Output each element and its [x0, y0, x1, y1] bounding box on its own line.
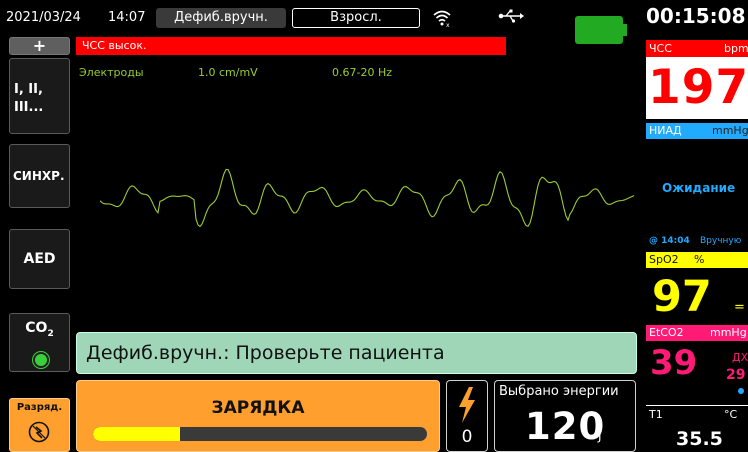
discharge-button[interactable]: Разряд.: [9, 398, 70, 452]
usb-icon: [498, 9, 524, 23]
leads-button[interactable]: I, II, III...: [9, 58, 70, 134]
nibp-label: НИАД: [649, 124, 682, 137]
nibp-header: НИАД mmHg: [646, 123, 748, 139]
svg-text:x: x: [446, 22, 450, 28]
battery-icon: [575, 16, 627, 44]
shock-count: 0: [461, 427, 473, 447]
spo2-header: SpO2 %: [646, 252, 748, 268]
spo2-label: SpO2: [649, 253, 679, 266]
nibp-status: Ожидание: [662, 181, 736, 195]
hr-panel[interactable]: 197: [646, 57, 748, 119]
co2-status-indicator: [33, 352, 49, 368]
ecg-waveform: [100, 168, 635, 228]
charge-button[interactable]: ЗАРЯДКА: [76, 380, 440, 452]
energy-unit: J: [598, 429, 602, 443]
spo2-value: 97: [652, 272, 712, 322]
elapsed-timer: 00:15:08: [646, 4, 746, 28]
hr-label: ЧСС: [649, 42, 672, 55]
resp-indicator-dot: [738, 388, 744, 394]
shock-symbol-icon: [28, 421, 50, 443]
co2-button[interactable]: CO2: [9, 313, 70, 372]
resp-label: ДХ: [732, 351, 748, 364]
resp-value: 29: [726, 367, 746, 383]
ecg-filter-label: 0.67-20 Hz: [332, 66, 393, 79]
temp-panel[interactable]: T1 °C 35.5: [646, 405, 748, 452]
temp-label: T1: [649, 408, 663, 421]
etco2-unit: mmHg: [710, 326, 747, 339]
nibp-last-time: @ 14:04: [649, 236, 690, 246]
aed-button[interactable]: AED: [9, 229, 70, 289]
etco2-value: 39: [650, 343, 698, 383]
wifi-icon: x: [433, 10, 451, 28]
charge-progress-fill: [93, 427, 180, 441]
nibp-unit: mmHg: [712, 124, 748, 137]
ecg-gain-label: 1.0 cm/mV: [198, 66, 258, 79]
co2-label: CO2: [25, 320, 54, 339]
ecg-lead-label: Электроды: [79, 66, 144, 79]
spo2-panel[interactable]: 97 =: [646, 268, 748, 322]
nibp-panel[interactable]: Ожидание @ 14:04 Вручную: [646, 139, 748, 249]
lightning-icon: [459, 387, 475, 423]
etco2-header: EtCO2 mmHg: [646, 325, 748, 341]
etco2-panel[interactable]: 39 ДХ 29: [646, 341, 748, 403]
energy-selector[interactable]: Выбрано энергии 120 J: [494, 380, 636, 452]
temp-value: 35.5: [676, 428, 723, 450]
etco2-label: EtCO2: [649, 326, 684, 339]
mode-indicator[interactable]: Дефиб.вручн.: [156, 8, 286, 28]
alarm-banner: ЧСС высок.: [76, 37, 506, 55]
nibp-mode: Вручную: [700, 236, 742, 246]
patient-type-button[interactable]: Взросл.: [292, 8, 420, 28]
ecg-trace: [100, 168, 635, 228]
spo2-trend: =: [734, 300, 745, 315]
discharge-label: Разряд.: [16, 402, 63, 413]
hr-header: ЧСС bpm: [646, 40, 748, 57]
clock-display: 14:07: [108, 10, 146, 25]
status-bar: 2021/03/24 14:07 Дефиб.вручн. Взросл. x: [0, 0, 640, 44]
energy-value: 120: [525, 405, 606, 448]
energy-title: Выбрано энергии: [499, 384, 619, 399]
hr-unit: bpm: [724, 42, 748, 55]
add-button[interactable]: +: [9, 37, 70, 55]
temp-unit: °C: [724, 408, 738, 421]
shock-counter: 0: [446, 380, 488, 452]
spo2-unit: %: [694, 253, 705, 266]
status-message: Дефиб.вручн.: Проверьте пациента: [76, 332, 637, 374]
charge-label: ЗАРЯДКА: [211, 398, 305, 418]
sync-button[interactable]: СИНХР.: [9, 144, 70, 208]
charge-progress-bar: [93, 427, 427, 441]
date-display: 2021/03/24: [6, 10, 81, 25]
hr-value: 197: [648, 60, 748, 115]
